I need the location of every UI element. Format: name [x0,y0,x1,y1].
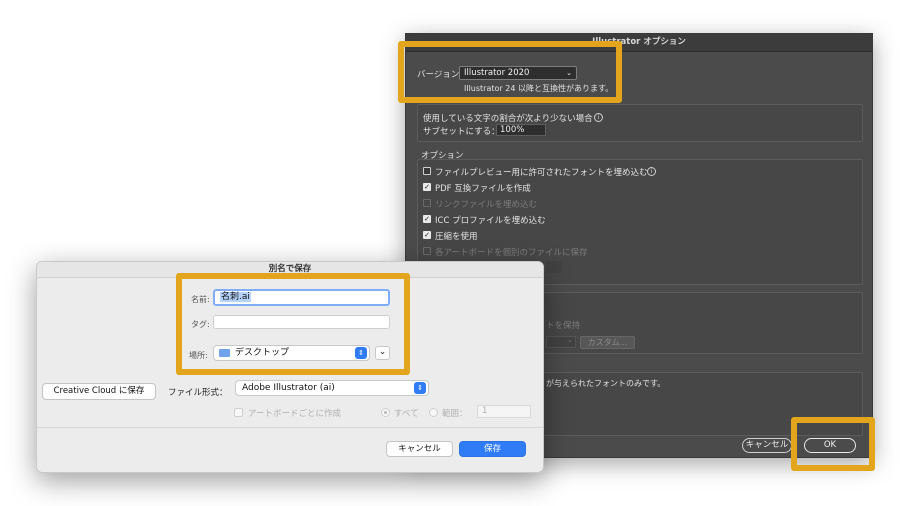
chevron-down-icon: ⌄ [567,336,573,344]
highlight-box-ok [791,417,875,471]
format-label: ファイル形式： [168,388,228,398]
info-icon[interactable]: i [647,167,656,176]
checkbox-disabled [423,247,431,255]
subset-label: サブセットにする： [423,127,500,137]
option-label: 圧縮を使用 [435,232,478,242]
save-button[interactable]: 保存 [459,441,526,457]
transparency-partial-label: トを保持 [546,321,581,331]
info-icon[interactable]: i [594,113,603,122]
custom-button: カスタム... [580,336,635,349]
option-label: ファイルプレビュー用に許可されたフォントを埋め込む [435,168,648,178]
highlight-box-version [398,41,622,103]
per-artboard-label: アートボードごとに作成 [248,409,341,419]
save-to-creative-cloud-button[interactable]: Creative Cloud に保存 [42,383,156,400]
disabled-select: ⌄ [546,336,576,348]
warning-text: が与えられたフォントのみです。 [546,379,666,388]
checkbox-checked[interactable]: ✓ [423,183,431,191]
all-radio [381,408,390,417]
per-artboard-checkbox [234,408,243,417]
checkbox-checked[interactable]: ✓ [423,231,431,239]
file-format-select[interactable]: Adobe Illustrator (ai) ⇕ [235,380,429,396]
checkbox-checked[interactable]: ✓ [423,215,431,223]
divider [37,427,543,428]
disabled-input [546,261,562,273]
range-radio [429,408,438,417]
cancel-button[interactable]: キャンセル [742,438,792,453]
option-label: PDF 互換ファイルを作成 [435,184,531,194]
cancel-button[interactable]: キャンセル [386,441,453,457]
range-input: 1 [477,405,531,418]
all-label: すべて [394,409,419,419]
subset-percent-input[interactable]: 100% [496,124,546,136]
range-label: 範囲： [442,409,468,419]
font-subset-condition: 使用している文字の割合が次より少ない場合 [423,114,593,124]
checkbox[interactable] [423,167,431,175]
checkbox-disabled [423,199,431,207]
option-label: 各アートボードを個別のファイルに保存 [435,248,588,258]
option-label: リンクファイルを埋め込む [435,200,538,210]
option-label: ICC プロファイルを埋め込む [435,216,546,226]
file-format-value: Adobe Illustrator (ai) [242,383,335,393]
highlight-box-filename [176,273,410,375]
up-down-chevron-icon: ⇕ [414,382,426,394]
